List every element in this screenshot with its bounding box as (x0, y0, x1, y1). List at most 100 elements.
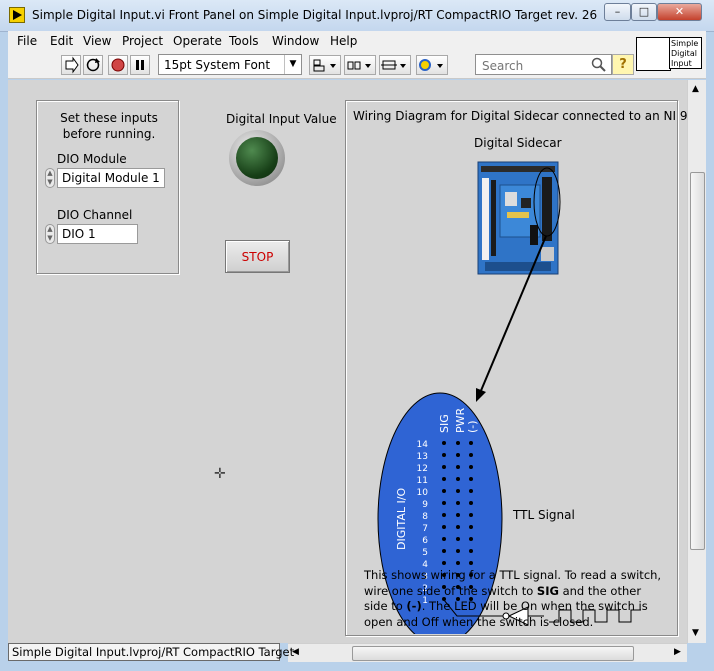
pin-number: 5 (422, 548, 428, 558)
wiring-explanation: This shows wiring for a TTL signal. To r… (364, 568, 664, 630)
pin-dot (456, 453, 460, 457)
pin-dot (442, 513, 446, 517)
window-title: Simple Digital Input.vi Front Panel on S… (32, 8, 598, 22)
ground-column-label: (-) (466, 420, 479, 433)
pin-number: 6 (422, 536, 428, 546)
digital-input-value-label: Digital Input Value (226, 112, 337, 126)
minimize-button[interactable]: – (604, 3, 631, 21)
pin-number: 14 (417, 440, 429, 450)
pin-number: 8 (422, 512, 428, 522)
font-select[interactable]: 15pt System Font ▼ (158, 54, 302, 75)
pin-number: 9 (422, 500, 428, 510)
align-objects-icon[interactable] (309, 55, 341, 75)
inputs-note: Set these inputs before running. (60, 111, 158, 141)
pin-dot (469, 525, 473, 529)
scroll-up-icon[interactable]: ▲ (692, 84, 699, 94)
dio-channel-value[interactable]: DIO 1 (57, 224, 138, 244)
toolbar: 15pt System Font ▼ ? (8, 52, 706, 79)
pin-dot (442, 501, 446, 505)
pin-dot (456, 561, 460, 565)
menu-view[interactable]: View (83, 34, 111, 48)
pin-dot (469, 537, 473, 541)
pin-dot (442, 561, 446, 565)
pin-dot (456, 537, 460, 541)
run-arrow-icon[interactable] (61, 55, 81, 75)
run-continuously-icon[interactable] (83, 55, 103, 75)
digital-input-led (236, 137, 278, 179)
menu-window[interactable]: Window (272, 34, 319, 48)
pin-dot (442, 489, 446, 493)
dio-module-value[interactable]: Digital Module 1 (57, 168, 165, 188)
chevron-down-icon: ▼ (284, 55, 301, 74)
vi-icon: Simple Digital Input (669, 37, 702, 69)
horizontal-scrollbar[interactable]: ◀ ▶ (288, 643, 687, 662)
pin-dot (442, 525, 446, 529)
pause-icon[interactable] (130, 55, 150, 75)
vertical-scrollbar[interactable]: ▲ ▼ (687, 80, 706, 643)
sig-column-label: SIG (438, 414, 451, 433)
pin-dot (469, 453, 473, 457)
dio-module-control[interactable]: ▲ ▼ Digital Module 1 (45, 168, 167, 188)
vertical-scroll-thumb[interactable] (690, 172, 705, 550)
context-help-button[interactable]: ? (612, 54, 634, 75)
arrow-head-icon (476, 388, 486, 402)
menu-project[interactable]: Project (122, 34, 163, 48)
pin-number: 10 (417, 488, 429, 498)
pin-dot (469, 465, 473, 469)
labview-app-icon (9, 7, 25, 23)
pin-dot (469, 513, 473, 517)
menu-operate[interactable]: Operate (173, 34, 222, 48)
menu-help[interactable]: Help (330, 34, 357, 48)
pin-dot (456, 489, 460, 493)
ring-increment-icon[interactable]: ▲ ▼ (45, 224, 55, 244)
pin-dot (456, 441, 460, 445)
target-status[interactable]: Simple Digital Input.lvproj/RT CompactRI… (8, 643, 294, 661)
scroll-down-icon[interactable]: ▼ (692, 628, 699, 638)
pin-dot (442, 465, 446, 469)
dio-channel-label: DIO Channel (57, 208, 133, 222)
pin-dot (456, 513, 460, 517)
search-box[interactable] (475, 54, 612, 75)
dio-channel-control[interactable]: ▲ ▼ DIO 1 (45, 224, 140, 244)
abort-icon[interactable] (108, 55, 128, 75)
vi-connector-pane-icon (636, 37, 671, 71)
pin-number: 13 (417, 452, 428, 462)
resize-objects-icon[interactable] (379, 55, 411, 75)
font-select-value: 15pt System Font (164, 58, 271, 72)
reorder-icon[interactable] (416, 55, 448, 75)
menu-tools[interactable]: Tools (229, 34, 259, 48)
pin-dot (469, 561, 473, 565)
title-bar: Simple Digital Input.vi Front Panel on S… (0, 0, 714, 32)
pin-dot (456, 477, 460, 481)
ground-term: (-) (406, 599, 422, 613)
dio-module-label: DIO Module (57, 152, 127, 166)
stop-button-label: STOP (241, 250, 274, 264)
search-input[interactable] (480, 56, 584, 75)
menu-file[interactable]: File (17, 34, 37, 48)
pin-dot (456, 465, 460, 469)
pin-dot (469, 489, 473, 493)
pin-dot (456, 549, 460, 553)
search-icon[interactable] (591, 57, 607, 73)
maximize-button[interactable]: □ (631, 3, 657, 21)
distribute-objects-icon[interactable] (344, 55, 376, 75)
pin-dot (442, 477, 446, 481)
pin-dot (469, 549, 473, 553)
front-panel: Set these inputs before running. DIO Mod… (8, 80, 687, 643)
pin-dot (442, 549, 446, 553)
menu-edit[interactable]: Edit (50, 34, 73, 48)
wiring-diagram: DIGITAL I/O SIG PWR (-) 1413121110987654… (377, 161, 641, 634)
pin-dot (442, 537, 446, 541)
close-button[interactable]: ✕ (657, 3, 702, 21)
sig-term: SIG (536, 583, 559, 598)
pin-number: 7 (422, 524, 428, 534)
pin-dot (442, 441, 446, 445)
horizontal-scroll-thumb[interactable] (352, 646, 634, 661)
pin-dot (469, 441, 473, 445)
ring-increment-icon[interactable]: ▲ ▼ (45, 168, 55, 188)
pin-dot (442, 453, 446, 457)
stop-button[interactable]: STOP (225, 240, 290, 273)
digital-sidecar-board-image (477, 161, 561, 275)
scroll-right-icon[interactable]: ▶ (674, 647, 681, 657)
pin-dot (456, 525, 460, 529)
